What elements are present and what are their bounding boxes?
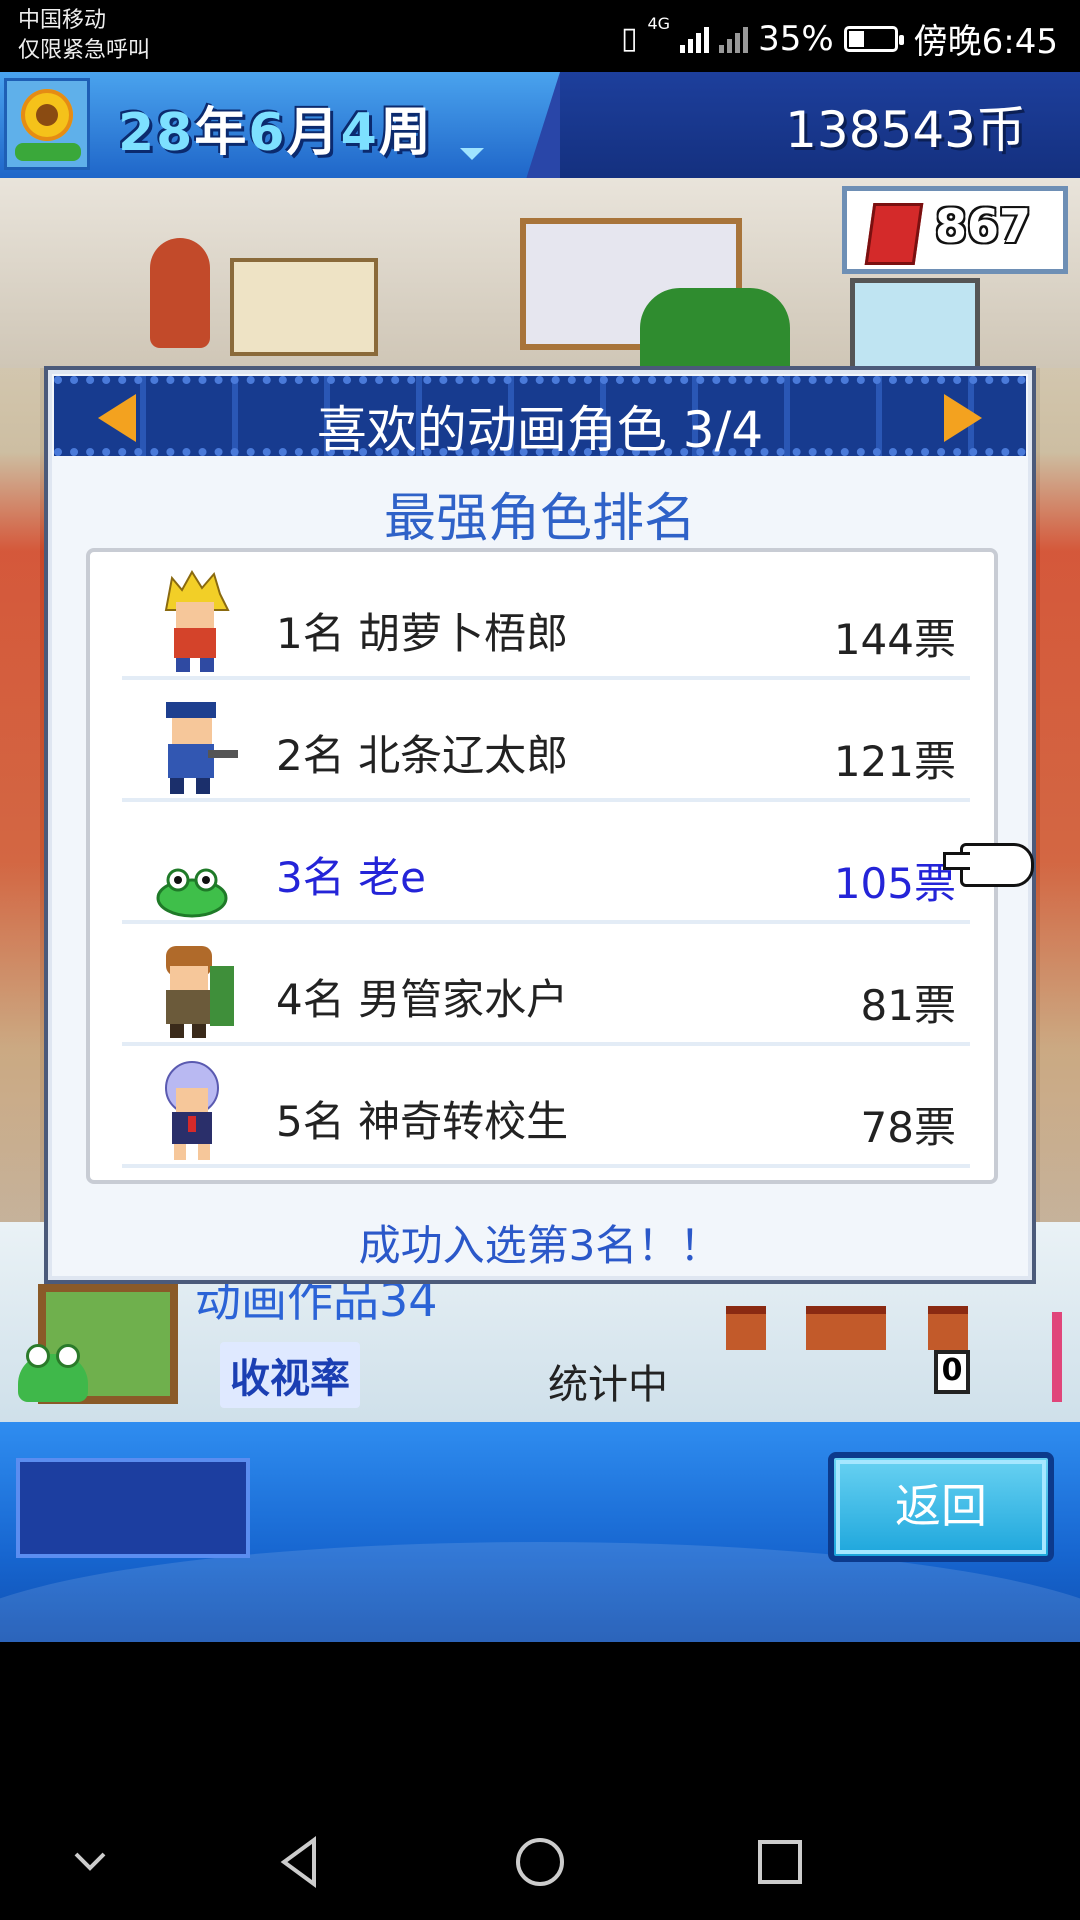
dialog-title: 喜欢的动画角色 3/4 <box>316 401 764 459</box>
ranking-list: 1名 胡萝卜梧郎 144票 2名 北条辽太郎 121票 3名 老e 105票 4… <box>86 548 998 1184</box>
date-week-unit: 周 <box>378 103 433 163</box>
rank-name: 4名 男管家水户 <box>276 975 569 1024</box>
pointing-hand-icon <box>943 843 1034 887</box>
date-month: 6 <box>248 103 287 163</box>
back-triangle-icon[interactable] <box>270 1832 330 1892</box>
carrier-info: 中国移动 仅限紧急呼叫 <box>18 6 150 66</box>
selection-message: 成功入选第3名！！ <box>358 1221 722 1270</box>
house-icon <box>726 1306 766 1350</box>
vote-count: 78票 <box>860 1103 956 1152</box>
character-avatar-police <box>166 702 238 794</box>
vote-count: 144票 <box>833 615 956 664</box>
rating-gauge <box>1052 1312 1062 1402</box>
empty-action-slot <box>16 1458 250 1558</box>
rank-name: 2名 北条辽太郎 <box>276 731 569 780</box>
recents-square-icon[interactable] <box>750 1832 810 1892</box>
ranking-subtitle: 最强角色排名 <box>383 489 696 549</box>
chevron-down-icon[interactable] <box>60 1832 120 1892</box>
scene-desk <box>230 258 378 356</box>
chevron-down-icon[interactable] <box>460 148 484 160</box>
rank-name: 1名 胡萝卜梧郎 <box>276 609 569 658</box>
date-week: 4 <box>340 103 379 163</box>
house-icon <box>846 1306 886 1350</box>
books-stat-value: 867 <box>935 199 1032 253</box>
character-avatar-frog <box>156 868 228 918</box>
next-page-arrow-icon[interactable] <box>944 394 982 442</box>
coins-panel: 138543币 <box>560 72 1080 178</box>
book-icon <box>864 203 924 265</box>
vibrate-icon: ▯ <box>620 21 638 56</box>
game-date: 28年6月4周 <box>118 90 433 165</box>
ranking-row[interactable]: 5名 神奇转校生 78票 <box>122 1050 970 1168</box>
scene-tv <box>850 278 980 378</box>
back-button[interactable]: 返回 <box>828 1452 1054 1562</box>
count-badge: 0 <box>934 1350 970 1394</box>
emergency-only-text: 仅限紧急呼叫 <box>18 38 151 63</box>
rank-name: 5名 神奇转校生 <box>276 1097 569 1146</box>
home-circle-icon[interactable] <box>510 1832 570 1892</box>
status-bar: 中国移动 仅限紧急呼叫 ▯ 4G 35% 傍晚6:45 <box>0 0 1080 72</box>
battery-percent: 35% <box>758 18 834 59</box>
house-icon <box>806 1306 846 1350</box>
date-month-unit: 月 <box>286 103 341 163</box>
rank-name: 3名 老e <box>276 853 426 902</box>
clock: 傍晚6:45 <box>913 22 1058 62</box>
vote-count: 81票 <box>860 981 956 1030</box>
system-nav-bar <box>0 1642 1080 1920</box>
ranking-row[interactable]: 2名 北条辽太郎 121票 <box>122 684 970 802</box>
character-avatar-transfer-student <box>165 1061 219 1160</box>
character-avatar-blond-boy <box>164 570 230 672</box>
vote-count: 121票 <box>833 737 956 786</box>
bottom-action-bar: 返回 <box>0 1422 1080 1742</box>
books-stat-badge[interactable]: 867 <box>842 186 1068 274</box>
ranking-row-selected[interactable]: 3名 老e 105票 <box>122 806 970 924</box>
character-avatar-butler <box>166 946 234 1038</box>
date-year: 28 <box>118 103 195 163</box>
scene-plant <box>640 288 790 378</box>
carrier-name: 中国移动 <box>18 8 107 33</box>
vote-count: 105票 <box>833 859 956 908</box>
ratings-label: 收视率 <box>220 1342 360 1408</box>
frog-icon <box>18 1344 88 1402</box>
game-top-bar: 28年6月4周 138543币 <box>0 72 1080 178</box>
ranking-dialog: 喜欢的动画角色 3/4 最强角色排名 1名 胡萝卜梧郎 144票 2名 北条辽太… <box>44 366 1036 1284</box>
status-icons: ▯ 4G 35% 傍晚6:45 <box>621 14 1058 63</box>
network-type: 4G <box>647 14 671 33</box>
house-icon <box>928 1306 968 1350</box>
scene-person <box>150 238 210 348</box>
coin-balance: 138543币 <box>785 101 1026 159</box>
signal-2-icon <box>719 25 749 53</box>
battery-icon <box>843 25 904 52</box>
sunflower-season-icon <box>4 78 90 170</box>
signal-icon <box>680 25 710 53</box>
ranking-row[interactable]: 4名 男管家水户 81票 <box>122 928 970 1046</box>
date-year-unit: 年 <box>194 103 249 163</box>
date-panel[interactable]: 28年6月4周 <box>0 72 560 178</box>
ranking-row[interactable]: 1名 胡萝卜梧郎 144票 <box>122 562 970 680</box>
dialog-header: 喜欢的动画角色 3/4 <box>54 376 1026 459</box>
ratings-status: 统计中 <box>548 1362 668 1408</box>
